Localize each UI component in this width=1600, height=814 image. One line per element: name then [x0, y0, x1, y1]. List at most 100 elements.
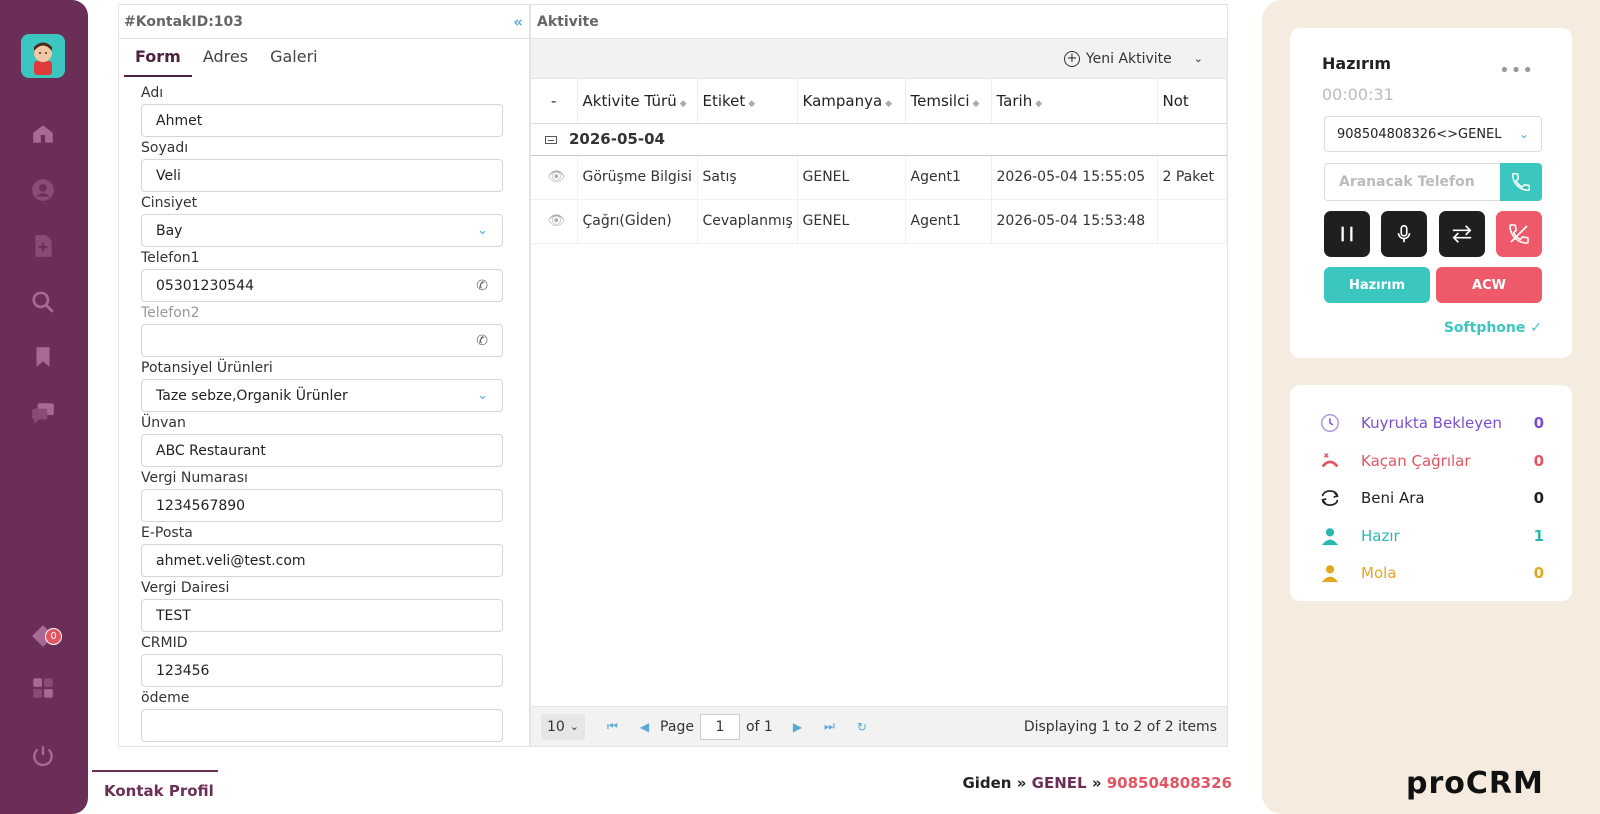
queue-stat-row[interactable]: Mola 0 [1318, 561, 1544, 585]
user-icon[interactable] [29, 176, 57, 204]
form-field: CRMID 123456 [141, 633, 529, 687]
agent-status: Hazırım [1322, 54, 1392, 73]
chevron-down-icon: ⌄ [477, 388, 488, 403]
new-activity-button[interactable]: + Yeni Aktivite ⌄ [1063, 50, 1203, 67]
status-timer: 00:00:31 [1322, 85, 1394, 104]
queue-stats-card: Kuyrukta Bekleyen 0 Kaçan Çağrılar 0 Beni Ar… [1290, 385, 1572, 601]
collapse-icon[interactable]: « [513, 13, 523, 31]
field-label: Vergi Numarası [141, 470, 248, 486]
missed-call-icon [1318, 449, 1342, 473]
call-direction: Giden [962, 774, 1012, 792]
queue-stat-row[interactable]: Beni Ara 0 [1318, 486, 1544, 510]
chevron-down-icon[interactable]: ⌄ [1194, 52, 1203, 65]
apps-icon[interactable] [29, 674, 57, 702]
more-options-icon[interactable]: ••• [1499, 62, 1534, 80]
add-contact-icon[interactable] [29, 232, 57, 260]
page-size-select[interactable]: 10 ⌄ [541, 713, 585, 740]
text-field[interactable] [141, 709, 503, 742]
text-field[interactable]: ahmet.veli@test.com [141, 544, 503, 577]
queue-stat-row[interactable]: Kuyrukta Bekleyen 0 [1318, 411, 1544, 435]
last-page-icon[interactable]: ⏭ [824, 719, 835, 734]
field-label: ödeme [141, 690, 190, 706]
view-icon[interactable]: 👁 [531, 155, 578, 200]
power-icon[interactable] [29, 742, 57, 770]
table-row[interactable]: 👁 Çağrı(Gİden) Cevaplanmış GENEL Agent1 2026-… [531, 199, 1227, 244]
phone-icon[interactable]: ✆ [476, 278, 488, 294]
transfer-button[interactable] [1438, 211, 1485, 257]
line-value: 908504808326<>GENEL [1337, 126, 1502, 142]
hold-button[interactable] [1324, 211, 1370, 257]
page-size-value: 10 [547, 718, 565, 735]
text-field[interactable]: 1234567890 [141, 489, 503, 522]
col-toggle[interactable]: - [531, 79, 578, 124]
status-buttons: Hazırım ACW [1324, 267, 1542, 303]
queue-stat-row[interactable]: Hazır 1 [1318, 524, 1544, 548]
text-field[interactable]: Veli [141, 159, 503, 192]
text-field[interactable]: ABC Restaurant [141, 434, 503, 467]
collapse-group-icon[interactable] [545, 135, 557, 144]
col-campaign[interactable]: Kampanya ◆ [797, 79, 906, 124]
avatar[interactable] [21, 34, 65, 78]
line-select[interactable]: 908504808326<>GENEL ⌄ [1324, 116, 1542, 152]
cell-type: Çağrı(Gİden) [577, 199, 698, 244]
text-field[interactable]: Ahmet [141, 104, 503, 137]
queue-stat-row[interactable]: Kaçan Çağrılar 0 [1318, 449, 1544, 473]
field-value: TEST [156, 607, 191, 624]
col-label: Tarih [996, 91, 1033, 110]
mute-button[interactable] [1381, 211, 1428, 257]
group-row[interactable]: 2026-05-04 [531, 123, 1227, 156]
activity-panel: Aktivite + Yeni Aktivite ⌄ - Aktivite Tü… [530, 4, 1228, 747]
next-page-icon[interactable]: ▶ [793, 720, 802, 734]
text-field[interactable]: 05301230544 ✆ [141, 269, 503, 302]
view-icon[interactable]: 👁 [531, 199, 578, 244]
form-tabs: Form Adres Galeri [119, 39, 529, 77]
form-field: Vergi Numarası 1234567890 [141, 468, 529, 522]
col-date[interactable]: Tarih ◆ [991, 79, 1158, 124]
ready-button[interactable]: Hazırım [1324, 267, 1430, 303]
page-number-input[interactable]: 1 [699, 713, 740, 740]
hangup-icon [1509, 224, 1529, 244]
col-activity-type[interactable]: Aktivite Türü ◆ [577, 79, 698, 124]
text-field[interactable]: TEST [141, 599, 503, 632]
softphone-status[interactable]: Softphone ✓ [1444, 320, 1542, 336]
prev-page-icon[interactable]: ◀ [640, 720, 649, 734]
form-field: Telefon2 ✆ [141, 303, 529, 357]
chat-icon[interactable] [29, 399, 57, 427]
agent-break-icon [1318, 561, 1342, 585]
dial-group: Aranacak Telefon [1324, 163, 1542, 201]
queue-stat-label: Kuyrukta Bekleyen [1361, 414, 1502, 432]
new-activity-label: Yeni Aktivite [1085, 50, 1172, 67]
tab-adres[interactable]: Adres [192, 39, 259, 77]
select-field[interactable]: Bay ⌄ [141, 214, 503, 247]
tab-kontak-profil[interactable]: Kontak Profil [92, 770, 218, 814]
hangup-button[interactable] [1495, 211, 1542, 257]
text-field[interactable]: ✆ [141, 324, 503, 357]
cell-note: 2 Paket [1157, 155, 1227, 200]
home-icon[interactable] [29, 120, 57, 148]
dial-phone-input[interactable]: Aranacak Telefon [1324, 163, 1500, 201]
first-page-icon[interactable]: ⏮ [607, 719, 618, 734]
clock-icon [1318, 411, 1342, 435]
col-note[interactable]: Not [1157, 79, 1227, 124]
col-label: Temsilci [910, 91, 970, 110]
table-row[interactable]: 👁 Görüşme Bilgisi Satış GENEL Agent1 2026-05-… [531, 155, 1227, 200]
form-field: Vergi Dairesi TEST [141, 578, 529, 632]
text-field[interactable]: 123456 [141, 654, 503, 687]
queue-stat-value: 1 [1533, 526, 1544, 545]
phone-icon[interactable]: ✆ [476, 333, 488, 349]
col-agent[interactable]: Temsilci ◆ [905, 79, 992, 124]
cell-label: Cevaplanmış [697, 199, 798, 244]
bookmark-icon[interactable] [29, 343, 57, 371]
tab-galeri[interactable]: Galeri [259, 39, 329, 77]
paging-info: Displaying 1 to 2 of 2 items [1023, 718, 1217, 735]
search-icon[interactable] [29, 288, 57, 316]
call-button[interactable] [1500, 163, 1542, 201]
field-value: Ahmet [156, 112, 203, 129]
refresh-icon[interactable]: ↻ [857, 720, 867, 734]
tab-form[interactable]: Form [124, 39, 192, 77]
callback-icon [1318, 486, 1342, 510]
acw-button[interactable]: ACW [1436, 267, 1542, 303]
col-label-tag[interactable]: Etiket ◆ [697, 79, 798, 124]
select-field[interactable]: Taze sebze,Organik Ürünler ⌄ [141, 379, 503, 412]
cell-campaign: GENEL [797, 155, 906, 200]
